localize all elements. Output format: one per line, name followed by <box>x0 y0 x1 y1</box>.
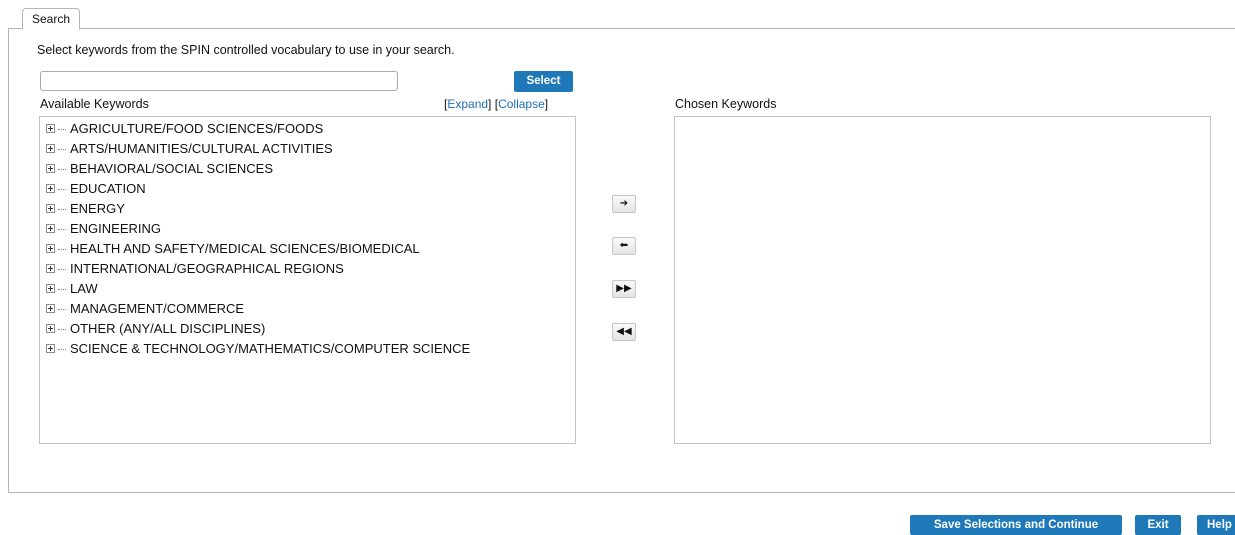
remove-selected-button[interactable]: ⬅ <box>612 237 636 255</box>
tree-item-label: OTHER (ANY/ALL DISCIPLINES) <box>70 321 266 336</box>
tree-item[interactable]: LAW <box>46 279 98 299</box>
chosen-keywords-list[interactable] <box>674 116 1211 444</box>
tree-item-label: AGRICULTURE/FOOD SCIENCES/FOODS <box>70 121 324 136</box>
keyword-search-input[interactable] <box>40 71 398 91</box>
expand-plus-icon[interactable] <box>46 184 55 194</box>
expand-link[interactable]: Expand <box>447 97 488 111</box>
add-all-button[interactable]: ▶▶ <box>612 280 636 298</box>
tree-item-label: BEHAVIORAL/SOCIAL SCIENCES <box>70 161 274 176</box>
tree-item[interactable]: ENGINEERING <box>46 219 161 239</box>
tree-item[interactable]: OTHER (ANY/ALL DISCIPLINES) <box>46 319 265 339</box>
tree-item-label: EDUCATION <box>70 181 146 196</box>
tree-item-label: SCIENCE & TECHNOLOGY/MATHEMATICS/COMPUTE… <box>70 341 471 356</box>
chosen-keywords-label: Chosen Keywords <box>675 97 777 111</box>
save-and-continue-button[interactable]: Save Selections and Continue <box>910 515 1122 535</box>
instructions-text: Select keywords from the SPIN controlled… <box>37 43 455 57</box>
tab-search[interactable]: Search <box>22 8 81 30</box>
tree-item[interactable]: AGRICULTURE/FOOD SCIENCES/FOODS <box>46 119 323 139</box>
double-left-icon: ◀◀ <box>616 326 632 337</box>
expand-plus-icon[interactable] <box>46 144 55 154</box>
tree-item-label: ARTS/HUMANITIES/CULTURAL ACTIVITIES <box>70 141 333 156</box>
tree-item-label: INTERNATIONAL/GEOGRAPHICAL REGIONS <box>70 261 344 276</box>
select-button[interactable]: Select <box>514 71 573 92</box>
expand-plus-icon[interactable] <box>46 304 55 314</box>
tree-item-label: ENERGY <box>70 201 125 216</box>
expand-plus-icon[interactable] <box>46 264 55 274</box>
available-keywords-label: Available Keywords <box>40 97 149 111</box>
tree-item[interactable]: HEALTH AND SAFETY/MEDICAL SCIENCES/BIOME… <box>46 239 420 259</box>
collapse-link[interactable]: Collapse <box>498 97 545 111</box>
tree-item-label: LAW <box>70 281 98 296</box>
expand-plus-icon[interactable] <box>46 344 55 354</box>
available-keywords-list[interactable]: AGRICULTURE/FOOD SCIENCES/FOODS ARTS/HUM… <box>39 116 576 444</box>
expand-plus-icon[interactable] <box>46 124 55 134</box>
tree-item[interactable]: BEHAVIORAL/SOCIAL SCIENCES <box>46 159 273 179</box>
double-right-icon: ▶▶ <box>616 283 632 294</box>
tree-item[interactable]: INTERNATIONAL/GEOGRAPHICAL REGIONS <box>46 259 344 279</box>
tree-item-label: MANAGEMENT/COMMERCE <box>70 301 245 316</box>
expand-plus-icon[interactable] <box>46 244 55 254</box>
expand-plus-icon[interactable] <box>46 324 55 334</box>
help-button[interactable]: Help <box>1197 515 1235 535</box>
tree-item[interactable]: ENERGY <box>46 199 125 219</box>
expand-plus-icon[interactable] <box>46 204 55 214</box>
expand-plus-icon[interactable] <box>46 164 55 174</box>
tree-item-label: ENGINEERING <box>70 221 162 236</box>
tree-item[interactable]: ARTS/HUMANITIES/CULTURAL ACTIVITIES <box>46 139 333 159</box>
tree-item[interactable]: SCIENCE & TECHNOLOGY/MATHEMATICS/COMPUTE… <box>46 339 470 359</box>
tree-item-label: HEALTH AND SAFETY/MEDICAL SCIENCES/BIOME… <box>70 241 420 256</box>
arrow-right-icon: ➔ <box>619 198 629 209</box>
exit-button[interactable]: Exit <box>1135 515 1181 535</box>
expand-plus-icon[interactable] <box>46 284 55 294</box>
add-selected-button[interactable]: ➔ <box>612 195 636 213</box>
arrow-left-icon: ⬅ <box>619 240 629 251</box>
remove-all-button[interactable]: ◀◀ <box>612 323 636 341</box>
tree-item[interactable]: MANAGEMENT/COMMERCE <box>46 299 244 319</box>
tree-item[interactable]: EDUCATION <box>46 179 146 199</box>
expand-collapse-links: [Expand] [Collapse] <box>444 97 549 111</box>
expand-plus-icon[interactable] <box>46 224 55 234</box>
